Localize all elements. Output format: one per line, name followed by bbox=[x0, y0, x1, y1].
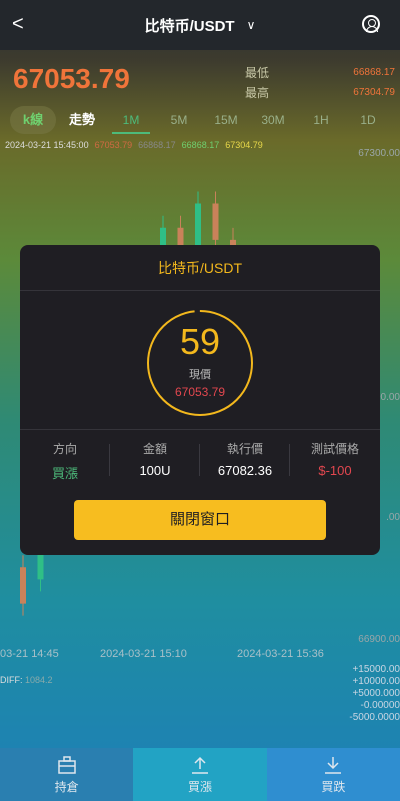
high-label: 最高 bbox=[245, 86, 270, 100]
countdown-value: 59 bbox=[179, 321, 221, 362]
download-icon bbox=[325, 757, 342, 774]
exec-value: 67082.36 bbox=[217, 463, 273, 478]
tab-5m[interactable]: 5M bbox=[160, 106, 198, 134]
tab-trend[interactable]: 走勢 bbox=[64, 106, 100, 134]
low-value: 66868.17 bbox=[353, 67, 395, 78]
order-info: 方向 買漲 金額 100U 執行價 67082.36 測試價格 $-100 bbox=[20, 429, 380, 485]
low-label: 最低 bbox=[245, 66, 270, 80]
user-icon[interactable] bbox=[362, 15, 380, 33]
modal-title: 比特币/USDT bbox=[20, 245, 380, 291]
pair-title[interactable]: 比特币/USDT bbox=[145, 15, 235, 36]
nav-buy-up[interactable]: 買漲 bbox=[133, 748, 267, 801]
candle bbox=[212, 203, 219, 240]
current-price: 67053.79 bbox=[13, 63, 130, 94]
nav-hold-label: 持倉 bbox=[54, 780, 79, 794]
exec-cell: 執行價 67082.36 bbox=[200, 440, 290, 480]
briefcase-icon bbox=[57, 756, 76, 774]
current-price-label: 現價 bbox=[189, 369, 211, 381]
bottom-nav: 持倉 買漲 買跌 bbox=[0, 748, 400, 801]
chart-tabs: k線 走勢 1M 5M 15M 30M 1H 1D bbox=[0, 106, 400, 134]
direction-cell: 方向 買漲 bbox=[20, 440, 110, 481]
amount-cell: 金額 100U bbox=[110, 440, 200, 480]
tab-1m[interactable]: 1M bbox=[112, 106, 150, 134]
test-price-value: $-100 bbox=[318, 463, 352, 478]
amount-value: 100U bbox=[139, 463, 171, 478]
tab-1d[interactable]: 1D bbox=[349, 106, 387, 134]
order-modal: 比特币/USDT 59 現價 67053.79 方向 買漲 金額 100U 執行… bbox=[20, 245, 380, 555]
chevron-down-icon[interactable]: ∨ bbox=[247, 18, 256, 32]
nav-buy-down-label: 買跌 bbox=[321, 780, 346, 794]
nav-buy-down[interactable]: 買跌 bbox=[266, 748, 400, 801]
nav-buy-up-label: 買漲 bbox=[187, 780, 212, 794]
test-price-cell: 測試價格 $-100 bbox=[290, 440, 380, 480]
current-price-value: 67053.79 bbox=[174, 385, 226, 399]
high-value: 67304.79 bbox=[353, 87, 395, 98]
close-window-button[interactable]: 關閉窗口 bbox=[74, 500, 326, 540]
tab-30m[interactable]: 30M bbox=[254, 106, 292, 134]
top-bar: < 比特币/USDT ∨ bbox=[0, 0, 400, 50]
upload-icon bbox=[191, 756, 208, 774]
back-icon[interactable]: < bbox=[12, 13, 24, 36]
tab-1h[interactable]: 1H bbox=[302, 106, 340, 134]
candle bbox=[20, 567, 26, 604]
macd-axis-5: -5000.0000 bbox=[349, 712, 400, 723]
tab-kline[interactable]: k線 bbox=[10, 106, 56, 134]
tab-15m[interactable]: 15M bbox=[207, 106, 245, 134]
direction-value: 買漲 bbox=[51, 466, 78, 481]
nav-hold[interactable]: 持倉 bbox=[0, 748, 134, 801]
